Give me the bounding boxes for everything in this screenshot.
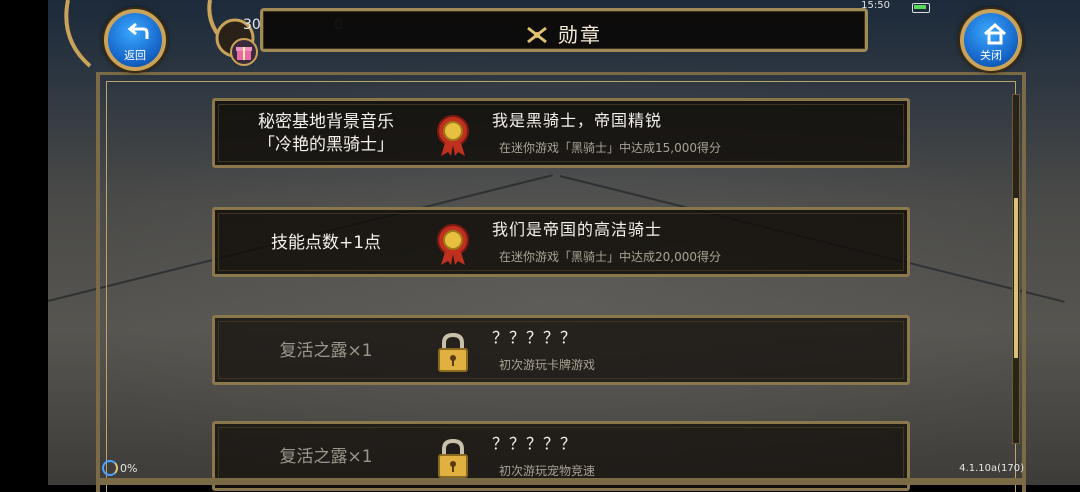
medal-icon — [437, 224, 469, 265]
reward-text: 复活之露×1 — [279, 341, 373, 361]
reward-text: 秘密基地背景音乐 「冷艳的黑骑士」 — [258, 112, 394, 155]
achievement-description: 初次游玩卡牌游戏 — [499, 358, 596, 372]
back-button-label: 返回 — [124, 49, 146, 62]
achievement-title: 我是黑骑士，帝国精锐 — [492, 111, 663, 130]
scrollbar[interactable] — [1012, 94, 1020, 444]
close-button-label: 关闭 — [980, 49, 1002, 62]
close-button[interactable]: 关闭 — [960, 9, 1022, 71]
version-label: 4.1.10a(170) — [959, 463, 1024, 474]
back-button[interactable]: 返回 — [104, 9, 166, 71]
reward-text: 复活之露×1 — [279, 447, 373, 467]
reward-text: 技能点数+1点 — [270, 233, 382, 253]
gift-icon[interactable] — [230, 38, 258, 66]
loading-spinner-icon — [102, 460, 118, 476]
back-arrow-icon — [127, 23, 149, 39]
loading-percent: 0% — [120, 462, 138, 475]
lock-icon — [438, 438, 468, 478]
achievement-title: ？？？？？ — [492, 434, 578, 453]
battery-icon — [912, 3, 930, 13]
currency-counter: 30 — [243, 17, 261, 33]
loading-indicator: 0% — [102, 460, 137, 476]
achievement-row[interactable]: 技能点数+1点 我们是帝国的高洁骑士 在迷你游戏「黑骑士」中达成20,000得分 — [212, 207, 910, 277]
home-icon — [983, 23, 1007, 45]
achievement-row-locked[interactable]: 复活之露×1 ？？？？？ 初次游玩卡牌游戏 — [212, 315, 910, 385]
page-title: 勋章 — [558, 23, 602, 47]
medal-icon — [437, 115, 469, 156]
achievement-description: 初次游玩宠物竞速 — [499, 464, 596, 478]
achievement-row[interactable]: 秘密基地背景音乐 「冷艳的黑骑士」 我是黑骑士，帝国精锐 在迷你游戏「黑骑士」中… — [212, 98, 910, 168]
panel-bottom-border — [96, 478, 1026, 485]
crossed-swords-icon — [527, 26, 547, 44]
achievement-title: 我们是帝国的高洁骑士 — [492, 220, 663, 239]
achievement-title: ？？？？？ — [492, 328, 578, 347]
scroll-thumb[interactable] — [1014, 198, 1018, 358]
letterbox-bar — [0, 0, 48, 485]
title-bar: 勋章 — [260, 8, 868, 52]
lock-icon — [438, 332, 468, 372]
achievement-description: 在迷你游戏「黑骑士」中达成15,000得分 — [499, 141, 721, 155]
achievement-description: 在迷你游戏「黑骑士」中达成20,000得分 — [499, 250, 721, 264]
